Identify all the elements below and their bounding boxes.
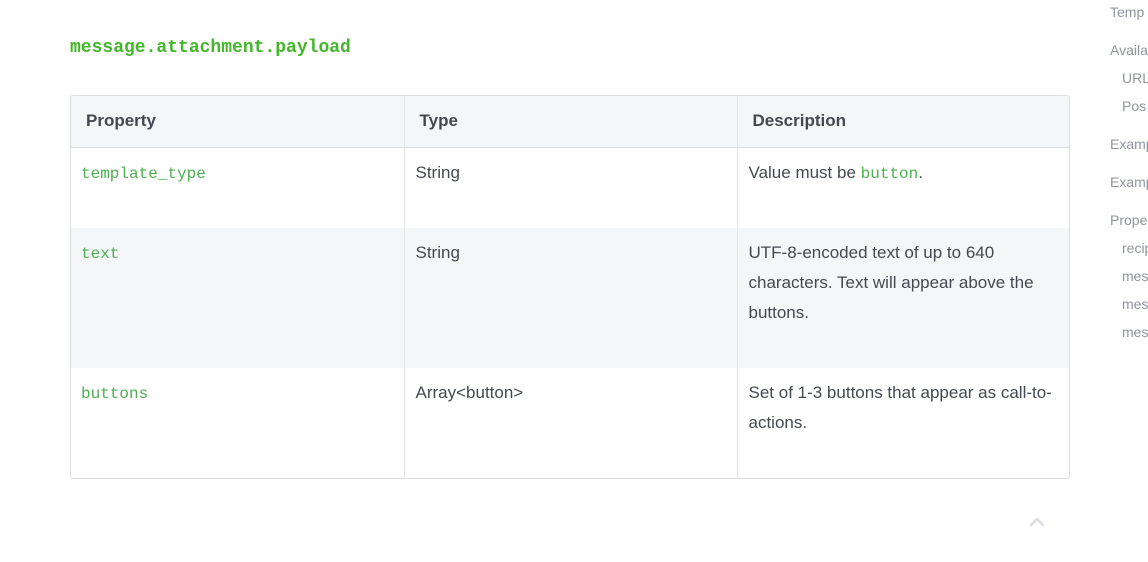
property-name: template_type <box>81 164 206 183</box>
docs-page: message.attachment.payload Property Type… <box>0 0 1148 562</box>
scroll-to-top-button[interactable] <box>1028 514 1046 528</box>
toc-link[interactable]: recip <box>1122 240 1148 256</box>
description-cell: Set of 1-3 buttons that appear as call-t… <box>736 368 1069 478</box>
property-cell: template_type <box>71 147 404 228</box>
toc-link[interactable]: Pos <box>1122 98 1146 114</box>
toc-link[interactable]: Temp <box>1110 4 1144 20</box>
description-text: Value must be <box>748 162 861 182</box>
property-name: text <box>81 245 120 263</box>
properties-table: Property Type Description template_type … <box>70 95 1070 479</box>
header-description: Description <box>736 96 1069 148</box>
toc-link[interactable]: mes <box>1122 268 1148 284</box>
header-type: Type <box>403 96 737 148</box>
toc-link[interactable]: Examp <box>1110 174 1148 190</box>
table-row: template_type String Value must be butto… <box>71 147 1069 228</box>
toc-link[interactable]: Availa <box>1110 42 1148 58</box>
description-cell: UTF-8-encoded text of up to 640 characte… <box>736 228 1069 368</box>
toc-link[interactable]: Examp <box>1110 136 1148 152</box>
section-heading: message.attachment.payload <box>70 38 351 58</box>
header-property: Property <box>71 96 404 148</box>
toc-link[interactable]: mes <box>1122 296 1148 312</box>
toc-link[interactable]: URL <box>1122 70 1148 86</box>
table-header-row: Property Type Description <box>71 96 1069 148</box>
table-row: buttons Array<button> Set of 1-3 buttons… <box>71 368 1069 478</box>
property-name: buttons <box>81 385 149 403</box>
toc-link[interactable]: mes <box>1122 324 1148 340</box>
type-cell: String <box>403 228 737 368</box>
toc-link[interactable]: Prope <box>1110 212 1147 228</box>
type-cell: String <box>403 147 737 228</box>
chevron-up-icon <box>1029 517 1045 527</box>
description-cell: Value must be button. <box>736 147 1069 228</box>
property-cell: buttons <box>71 368 404 478</box>
inline-code: button <box>860 164 919 183</box>
description-suffix: . <box>918 162 923 182</box>
table-row: text String UTF-8-encoded text of up to … <box>71 228 1069 368</box>
property-cell: text <box>71 228 404 368</box>
type-cell: Array<button> <box>403 368 737 478</box>
